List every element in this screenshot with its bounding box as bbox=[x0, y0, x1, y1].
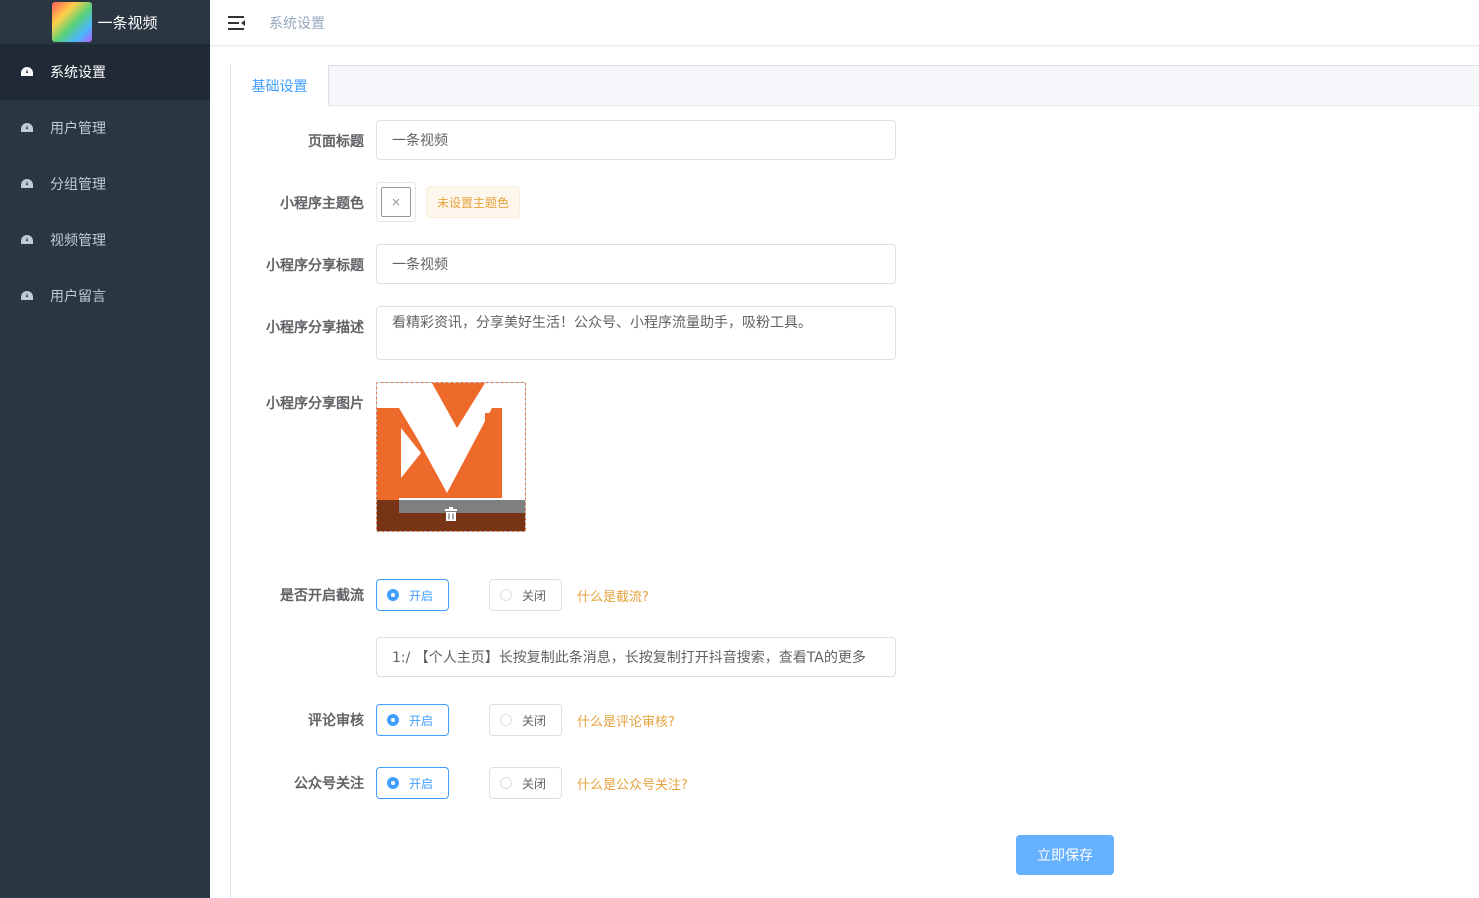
radio-indicator bbox=[387, 589, 399, 601]
trash-icon[interactable] bbox=[445, 506, 457, 525]
radio-label: 关闭 bbox=[522, 588, 547, 603]
intercept-help-link[interactable]: 什么是截流? bbox=[577, 586, 649, 605]
radio-label: 开启 bbox=[409, 713, 434, 728]
radio-indicator bbox=[387, 714, 399, 726]
radio-label: 关闭 bbox=[522, 776, 547, 791]
sidebar: 一条视频 系统设置 用户管理 分组管理 视频管理 用户留言 bbox=[0, 0, 210, 898]
radio-label: 开启 bbox=[409, 776, 434, 791]
intercept-text-input[interactable]: 1:/ 【个人主页】长按复制此条消息，长按复制打开抖音搜索，查看TA的更多 bbox=[376, 637, 896, 677]
sidebar-item-user-messages[interactable]: 用户留言 bbox=[0, 268, 210, 324]
comment-review-on-radio[interactable]: 开启 bbox=[376, 704, 449, 736]
share-desc-label: 小程序分享描述 bbox=[266, 320, 364, 336]
close-icon: × bbox=[381, 187, 411, 217]
save-button[interactable]: 立即保存 bbox=[1016, 835, 1114, 875]
follow-oa-label: 公众号关注 bbox=[294, 776, 364, 792]
sidebar-item-label: 视频管理 bbox=[50, 233, 106, 249]
sidebar-item-label: 用户管理 bbox=[50, 121, 106, 137]
sidebar-item-system-settings[interactable]: 系统设置 bbox=[0, 44, 210, 100]
share-image-label: 小程序分享图片 bbox=[266, 396, 364, 412]
logo-image bbox=[52, 2, 93, 42]
comment-review-label: 评论审核 bbox=[308, 713, 364, 729]
radio-indicator bbox=[500, 589, 512, 601]
theme-color-label: 小程序主题色 bbox=[280, 196, 364, 212]
sidebar-item-label: 系统设置 bbox=[50, 65, 106, 81]
sidebar-item-video-management[interactable]: 视频管理 bbox=[0, 212, 210, 268]
tab-basic-settings[interactable]: 基础设置 bbox=[231, 65, 329, 106]
dashboard-icon bbox=[20, 234, 34, 246]
comment-review-off-radio[interactable]: 关闭 bbox=[489, 704, 562, 736]
intercept-label: 是否开启截流 bbox=[280, 588, 364, 604]
sidebar-item-label: 用户留言 bbox=[50, 289, 106, 305]
tab-bar: 基础设置 bbox=[231, 65, 1479, 106]
theme-color-status-tag: 未设置主题色 bbox=[426, 186, 521, 218]
share-title-label: 小程序分享标题 bbox=[266, 258, 364, 274]
page-title-value: 一条视频 bbox=[392, 133, 448, 149]
breadcrumb[interactable]: 系统设置 bbox=[269, 13, 325, 33]
comment-review-help-link[interactable]: 什么是评论审核? bbox=[577, 711, 675, 730]
sidebar-item-label: 分组管理 bbox=[50, 177, 106, 193]
page-title-input[interactable]: 一条视频 bbox=[376, 120, 896, 160]
radio-label: 开启 bbox=[409, 588, 434, 603]
radio-indicator bbox=[387, 777, 399, 789]
intercept-on-radio[interactable]: 开启 bbox=[376, 579, 449, 611]
share-title-input[interactable]: 一条视频 bbox=[376, 244, 896, 284]
share-desc-textarea[interactable]: 看精彩资讯，分享美好生活！公众号、小程序流量助手，吸粉工具。 bbox=[376, 306, 896, 360]
top-bar: 系统设置 bbox=[210, 0, 1479, 46]
radio-label: 关闭 bbox=[522, 713, 547, 728]
sidebar-item-user-management[interactable]: 用户管理 bbox=[0, 100, 210, 156]
share-title-value: 一条视频 bbox=[392, 257, 448, 273]
follow-oa-off-radio[interactable]: 关闭 bbox=[489, 767, 562, 799]
follow-oa-on-radio[interactable]: 开启 bbox=[376, 767, 449, 799]
dashboard-icon bbox=[20, 178, 34, 190]
app-name: 一条视频 bbox=[97, 13, 158, 32]
dashboard-icon bbox=[20, 290, 34, 302]
intercept-off-radio[interactable]: 关闭 bbox=[489, 579, 562, 611]
intercept-text-value: 1:/ 【个人主页】长按复制此条消息，长按复制打开抖音搜索，查看TA的更多 bbox=[392, 650, 866, 666]
radio-indicator bbox=[500, 714, 512, 726]
follow-oa-help-link[interactable]: 什么是公众号关注? bbox=[577, 774, 688, 793]
sidebar-item-group-management[interactable]: 分组管理 bbox=[0, 156, 210, 212]
radio-indicator bbox=[500, 777, 512, 789]
dashboard-icon bbox=[20, 66, 34, 78]
page-title-label: 页面标题 bbox=[308, 134, 364, 150]
dashboard-icon bbox=[20, 122, 34, 134]
menu-toggle-icon[interactable] bbox=[228, 15, 246, 30]
share-image-upload[interactable] bbox=[376, 382, 526, 532]
logo[interactable]: 一条视频 bbox=[0, 0, 210, 44]
theme-color-picker[interactable]: × bbox=[376, 182, 416, 222]
image-action-overlay bbox=[377, 500, 525, 531]
